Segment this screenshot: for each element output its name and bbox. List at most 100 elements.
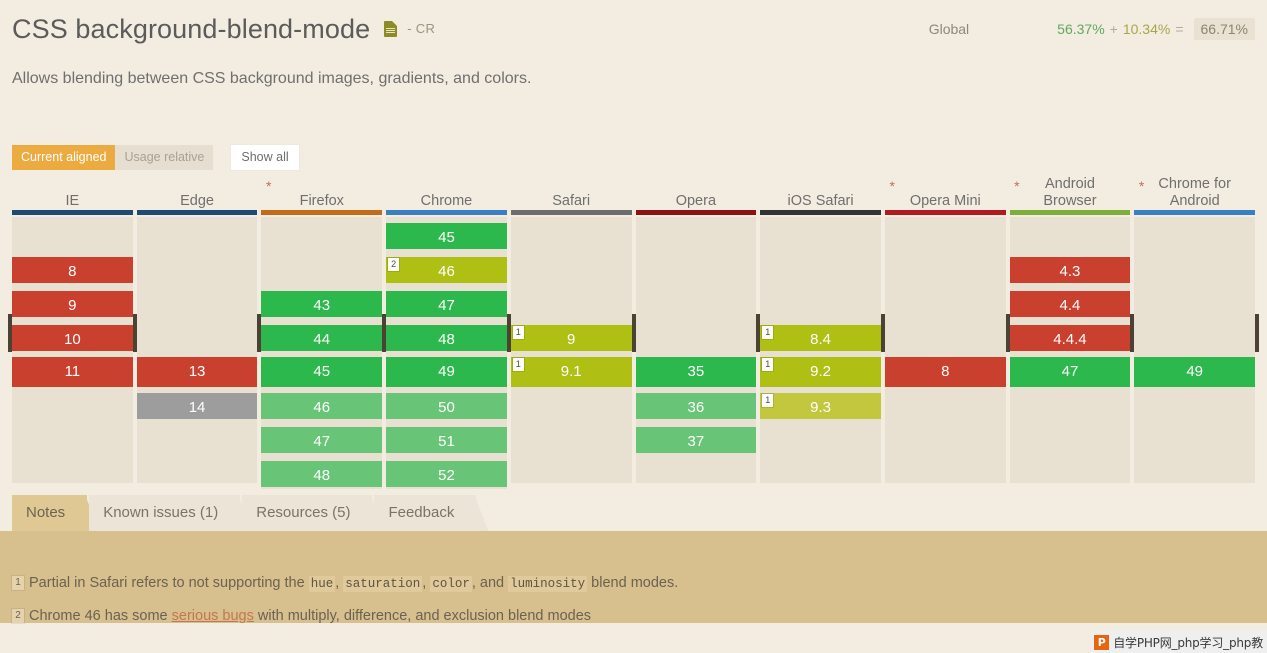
browser-name[interactable]: Chrome for Android [1134, 176, 1255, 210]
full-support-percent: 56.37% [1057, 21, 1105, 37]
version-cell[interactable]: 50 [386, 391, 507, 421]
version-cell[interactable]: 4.3 [1009, 255, 1131, 285]
version-cell-current[interactable]: 8 [884, 357, 1006, 387]
version-cell[interactable]: 48 [386, 323, 507, 353]
version-label: 51 [438, 433, 455, 450]
version-cell[interactable]: 2 46 [386, 255, 507, 285]
note-badge[interactable]: 1 [512, 326, 524, 339]
version-cell[interactable]: 8 [12, 255, 133, 285]
feature-description: Allows blending between CSS background i… [12, 70, 532, 87]
version-cell[interactable]: 36 [635, 391, 757, 421]
browser-version-list: 4.3 4.4 4.4.4 47 [1009, 217, 1131, 483]
browser-column: Opera Mini * 8 [884, 178, 1020, 483]
version-cell-current[interactable]: 49 [386, 357, 507, 387]
watermark-logo-icon: P [1094, 634, 1110, 650]
region-label[interactable]: Global [929, 21, 969, 37]
browser-column: Safari 1 9 1 9.1 [510, 178, 632, 483]
document-icon[interactable] [384, 21, 398, 37]
version-cell[interactable]: 4.4.4 [1009, 323, 1131, 353]
version-label: 37 [687, 433, 705, 450]
browser-name[interactable]: Opera [636, 193, 757, 210]
browser-column-header: Chrome [386, 178, 507, 210]
version-cell[interactable]: 1 9.3 [760, 391, 881, 421]
browser-name[interactable]: Opera Mini [885, 193, 1006, 210]
browser-column-header: Android Browser * [1010, 176, 1144, 210]
version-cell-current[interactable]: 47 [1009, 357, 1131, 387]
current-aligned-button[interactable]: Current aligned [12, 145, 116, 170]
usage-relative-button[interactable]: Usage relative [115, 145, 214, 170]
browser-column-header: Chrome for Android [1134, 176, 1255, 210]
version-label: 9.3 [810, 399, 831, 416]
version-label: 4.3 [1059, 263, 1081, 280]
support-table: IE 8 9 10 11 Edge * 13 14 Firefox 43 44 45 46 47 48 Chro… [8, 176, 1259, 489]
version-cell[interactable]: 46 [261, 391, 383, 421]
note-text-part: with multiply, difference, and exclusion… [253, 608, 592, 624]
version-cell[interactable]: 48 [261, 459, 383, 489]
browser-color-bar [12, 210, 133, 215]
version-cell[interactable]: 44 [261, 323, 383, 353]
tab-label: Notes [26, 504, 66, 521]
serious-bugs-link[interactable]: serious bugs [172, 608, 254, 624]
version-cell-current[interactable]: 1 9.1 [510, 357, 632, 387]
note-badge[interactable]: 1 [512, 358, 524, 371]
browser-column: Opera 35 36 37 [635, 178, 757, 483]
note-badge[interactable]: 1 [762, 358, 774, 371]
version-label: 9 [68, 297, 77, 314]
version-label: 14 [188, 399, 206, 416]
version-cell-current[interactable]: 13 [136, 357, 258, 387]
tab-feedback[interactable]: Feedback [374, 495, 477, 531]
code-color: color [430, 576, 472, 592]
tab-known-issues-1[interactable]: Known issues (1) [89, 495, 241, 531]
version-label: 9 [566, 331, 576, 348]
version-cell-current[interactable]: 49 [1134, 357, 1256, 387]
version-cell[interactable]: 19 [510, 323, 632, 353]
version-label: 11 [64, 363, 81, 380]
version-cell[interactable]: 14 [136, 391, 258, 421]
note-badge[interactable]: 2 [388, 258, 400, 271]
browser-column: IE 8 9 10 11 [12, 178, 133, 483]
version-cell[interactable]: 1 8.4 [760, 323, 881, 353]
browser-name[interactable]: Safari [511, 193, 632, 210]
version-cell[interactable]: 10 [12, 323, 133, 353]
version-cell[interactable]: 45 [386, 221, 507, 251]
note-badge[interactable]: 1 [762, 394, 774, 407]
notes-panel: 1 Partial in Safari refers to not support… [0, 531, 1267, 624]
browser-color-bar [760, 210, 881, 215]
tab-resources-5[interactable]: Resources (5) [242, 495, 373, 531]
browser-column: Firefox 43 44 45 46 47 48 [261, 178, 383, 489]
browser-column: Edge * 13 14 [136, 178, 271, 483]
browser-name[interactable]: Edge [137, 193, 258, 210]
browser-version-list: 8 [884, 217, 1006, 483]
version-cell[interactable]: 47 [386, 289, 507, 319]
version-label: 52 [438, 467, 455, 484]
version-cell[interactable]: 52 [386, 459, 507, 489]
version-label: 45 [313, 363, 331, 380]
version-cell[interactable]: 9 [12, 289, 133, 319]
browser-color-bar [386, 210, 507, 215]
browser-color-bar [1134, 210, 1256, 215]
browser-name[interactable]: Android Browser [1010, 176, 1131, 210]
version-cell-current[interactable]: 11 [12, 357, 133, 387]
version-label: 45 [438, 229, 455, 246]
version-cell[interactable]: 4.4 [1009, 289, 1131, 319]
browser-name[interactable]: iOS Safari [760, 193, 881, 210]
version-cell[interactable]: 51 [386, 425, 507, 455]
version-cell-current[interactable]: 45 [261, 357, 383, 387]
browser-name[interactable]: IE [12, 193, 133, 210]
code-luminosity: luminosity [508, 576, 588, 592]
version-cell-current[interactable]: 1 9.2 [760, 357, 881, 387]
code-hue: hue [308, 576, 336, 592]
browser-name[interactable]: Firefox [261, 193, 382, 210]
note-badge[interactable]: 1 [762, 326, 774, 339]
view-controls: Current aligned Usage relative Show all [12, 145, 299, 170]
version-cell[interactable]: 37 [635, 425, 757, 455]
note-text-part: Partial in Safari refers to not supporti… [29, 575, 309, 591]
browser-name[interactable]: Chrome [386, 193, 507, 210]
browser-column-header: Opera [636, 178, 757, 210]
version-cell[interactable]: 43 [261, 289, 383, 319]
tab-notes[interactable]: Notes [12, 495, 88, 531]
equals-sign: = [1175, 21, 1184, 37]
version-cell[interactable]: 47 [261, 425, 383, 455]
version-cell-current[interactable]: 35 [635, 357, 757, 387]
show-all-button[interactable]: Show all [231, 145, 299, 170]
